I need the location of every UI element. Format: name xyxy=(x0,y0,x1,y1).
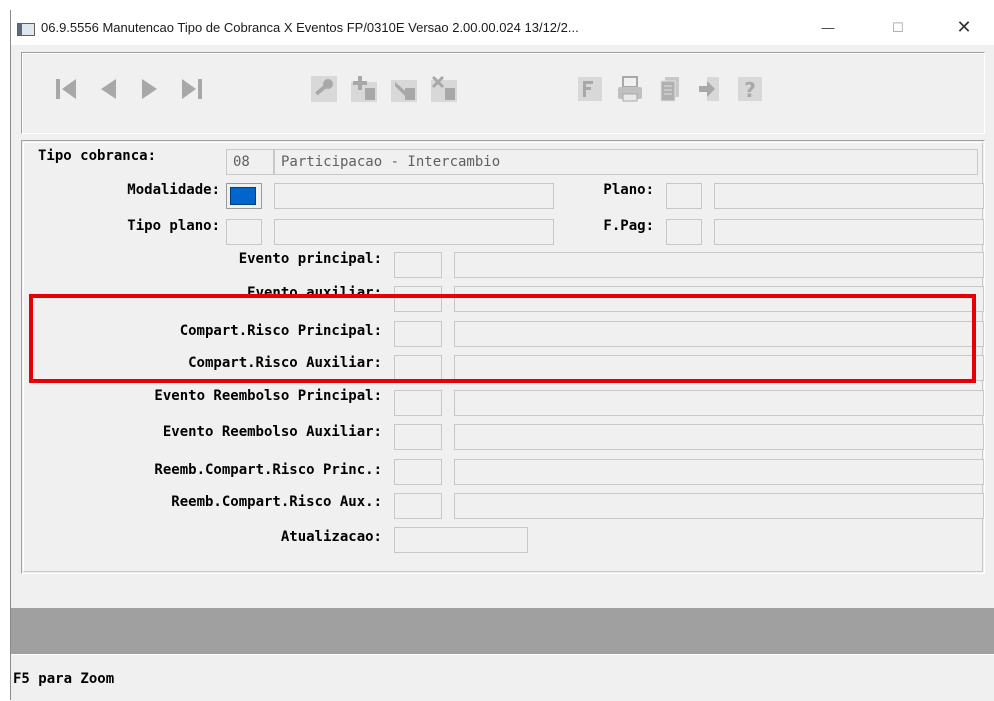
evento-reembolso-principal-description-field xyxy=(454,390,984,416)
svg-text:?: ? xyxy=(744,78,756,102)
search-key-icon[interactable] xyxy=(308,72,340,106)
first-record-icon[interactable] xyxy=(50,72,82,106)
tipo-cobranca-description-field: Participacao - Intercambio xyxy=(274,149,978,175)
edit-record-icon[interactable] xyxy=(388,72,420,106)
status-hint: F5 para Zoom xyxy=(13,671,115,687)
atualizacao-field xyxy=(394,527,528,553)
evento-reembolso-auxiliar-code-field[interactable] xyxy=(394,424,442,450)
last-record-icon[interactable] xyxy=(176,72,208,106)
modalidade-label: Modalidade: xyxy=(127,182,220,198)
evento-reembolso-auxiliar-label: Evento Reembolso Auxiliar: xyxy=(162,424,382,440)
filter-icon[interactable] xyxy=(574,72,606,106)
exit-icon[interactable] xyxy=(694,72,726,106)
reemb-compart-risco-aux-code-field[interactable] xyxy=(394,493,442,519)
add-record-icon[interactable] xyxy=(348,72,380,106)
previous-record-icon[interactable] xyxy=(92,72,124,106)
f-pag-code-field[interactable] xyxy=(666,219,702,245)
evento-principal-code-field[interactable] xyxy=(394,252,442,278)
window-title: 06.9.5556 Manutencao Tipo de Cobranca X … xyxy=(41,20,579,35)
maximize-button[interactable]: ☐ xyxy=(875,10,921,45)
reemb-compart-risco-aux-label: Reemb.Compart.Risco Aux.: xyxy=(171,494,382,510)
tipo-plano-code-field[interactable] xyxy=(226,219,262,245)
evento-reembolso-principal-label: Evento Reembolso Principal: xyxy=(154,388,382,404)
plano-description-field xyxy=(714,183,984,209)
status-panel xyxy=(11,608,994,654)
tipo-cobranca-code-field[interactable]: 08 xyxy=(226,149,274,175)
tipo-plano-label: Tipo plano: xyxy=(127,218,220,234)
reemb-compart-risco-princ-code-field[interactable] xyxy=(394,459,442,485)
evento-principal-description-field xyxy=(454,252,984,278)
delete-record-icon[interactable] xyxy=(428,72,460,106)
copy-icon[interactable] xyxy=(654,72,686,106)
tipo-plano-description-field xyxy=(274,219,554,245)
reemb-compart-risco-princ-label: Reemb.Compart.Risco Princ.: xyxy=(154,462,382,478)
f-pag-label: F.Pag: xyxy=(603,218,654,234)
background-document-strip xyxy=(0,0,994,10)
evento-principal-label: Evento principal: xyxy=(238,251,382,267)
modalidade-code-field[interactable] xyxy=(226,183,262,209)
toolbar: ? xyxy=(21,52,985,134)
next-record-icon[interactable] xyxy=(134,72,166,106)
evento-reembolso-principal-code-field[interactable] xyxy=(394,390,442,416)
print-icon[interactable] xyxy=(614,72,646,106)
reemb-compart-risco-princ-description-field xyxy=(454,459,984,485)
title-bar: 06.9.5556 Manutencao Tipo de Cobranca X … xyxy=(11,10,994,45)
plano-code-field[interactable] xyxy=(666,183,702,209)
red-highlight-box xyxy=(29,294,976,383)
f-pag-description-field xyxy=(714,219,984,245)
atualizacao-label: Atualizacao: xyxy=(280,529,382,545)
status-bar: F5 para Zoom xyxy=(11,654,994,701)
evento-reembolso-auxiliar-description-field xyxy=(454,424,984,450)
plano-label: Plano: xyxy=(603,182,654,198)
reemb-compart-risco-aux-description-field xyxy=(454,493,984,519)
minimize-button[interactable]: — xyxy=(805,10,851,45)
modalidade-description-field xyxy=(274,183,554,209)
help-icon[interactable]: ? xyxy=(734,72,766,106)
close-button[interactable]: ✕ xyxy=(941,10,987,45)
focused-selection xyxy=(230,187,256,205)
tipo-cobranca-label: Tipo cobranca: xyxy=(38,148,157,164)
app-icon xyxy=(17,23,35,36)
